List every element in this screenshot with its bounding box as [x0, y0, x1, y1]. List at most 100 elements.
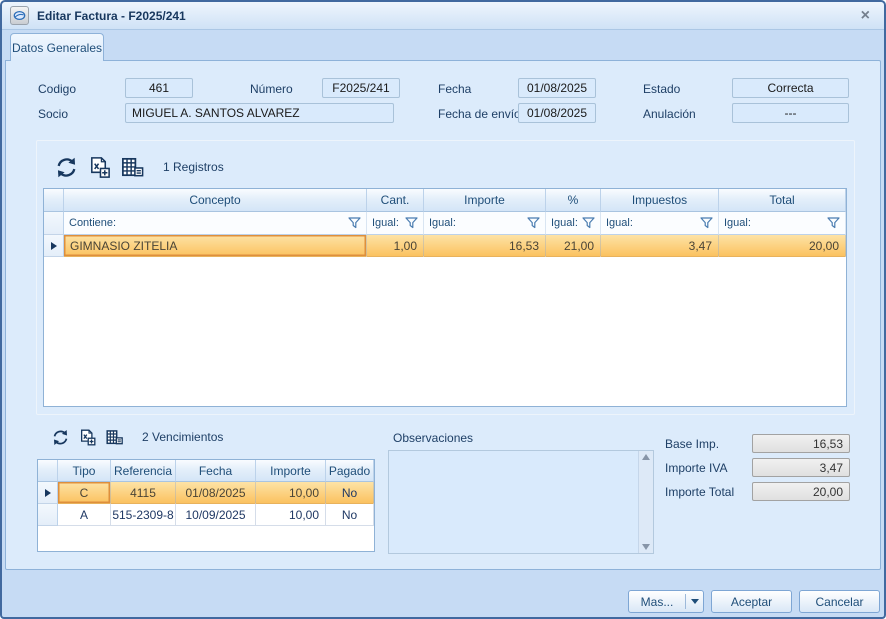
observaciones-scrollbar[interactable]	[638, 451, 653, 553]
row-selector-cell[interactable]	[38, 482, 58, 504]
filter-funnel-icon[interactable]	[405, 217, 418, 229]
table-grid-icon[interactable]	[120, 155, 145, 180]
edit-invoice-dialog: Editar Factura - F2025/241 × Datos Gener…	[0, 0, 886, 619]
cell-referencia[interactable]: 515-2309-8	[111, 504, 176, 526]
filter-label: Igual:	[551, 217, 578, 229]
filter-label: Igual:	[429, 217, 456, 229]
col-header-pct[interactable]: %	[546, 189, 601, 212]
titlebar: Editar Factura - F2025/241 ×	[2, 2, 884, 30]
grid-empty-area	[38, 526, 374, 551]
filter-concepto[interactable]: Contiene:	[64, 212, 367, 235]
socio-field[interactable]: MIGUEL A. SANTOS ALVAREZ	[125, 103, 394, 123]
fecha-envio-field[interactable]: 01/08/2025	[518, 103, 596, 123]
importe-iva-field: 3,47	[752, 458, 850, 477]
grid-empty-area	[44, 257, 846, 406]
codigo-field[interactable]: 461	[125, 78, 193, 98]
cell-total[interactable]: 20,00	[719, 235, 846, 257]
row-selector-cell[interactable]	[38, 504, 58, 526]
filter-pct[interactable]: Igual:	[546, 212, 601, 235]
codigo-label: Codigo	[38, 82, 76, 96]
tab-datos-generales[interactable]: Datos Generales	[10, 33, 104, 61]
datos-generales-panel: Codigo 461 Número F2025/241 Fecha 01/08/…	[5, 60, 881, 570]
export-excel-icon[interactable]	[78, 428, 97, 447]
base-imp-label: Base Imp.	[665, 437, 719, 451]
window-title: Editar Factura - F2025/241	[37, 9, 186, 23]
base-imp-field: 16,53	[752, 434, 850, 453]
fecha-envio-label: Fecha de envío	[438, 107, 521, 121]
row-selector-cell[interactable]	[44, 235, 64, 257]
filter-label: Contiene:	[69, 217, 116, 229]
cell-importe[interactable]: 10,00	[256, 504, 326, 526]
row-selector-header	[38, 460, 58, 482]
table-grid-icon[interactable]	[105, 428, 124, 447]
filter-funnel-icon[interactable]	[827, 217, 840, 229]
cell-concepto[interactable]: GIMNASIO ZITELIA	[64, 235, 367, 257]
tab-label: Datos Generales	[12, 41, 102, 55]
filter-funnel-icon[interactable]	[700, 217, 713, 229]
cell-importe[interactable]: 16,53	[424, 235, 546, 257]
export-excel-icon[interactable]	[87, 155, 112, 180]
mas-button[interactable]: Mas...	[628, 590, 704, 613]
estado-field[interactable]: Correcta	[732, 78, 849, 98]
col-header-impuestos[interactable]: Impuestos	[601, 189, 719, 212]
registros-grid: Concepto Cant. Importe % Impuestos Total…	[43, 188, 847, 407]
col-header-concepto[interactable]: Concepto	[64, 189, 367, 212]
vencimientos-toolbar: 2 Vencimientos	[51, 427, 223, 447]
cell-impuestos[interactable]: 3,47	[601, 235, 719, 257]
cell-tipo[interactable]: C	[58, 482, 111, 504]
cancelar-button[interactable]: Cancelar	[799, 590, 880, 613]
cell-pct[interactable]: 21,00	[546, 235, 601, 257]
filter-funnel-icon[interactable]	[527, 217, 540, 229]
registros-count: 1 Registros	[163, 160, 224, 174]
cell-tipo[interactable]: A	[58, 504, 111, 526]
cell-fecha[interactable]: 10/09/2025	[176, 504, 256, 526]
refresh-icon[interactable]	[54, 155, 79, 180]
scroll-down-icon[interactable]	[642, 544, 650, 550]
numero-field[interactable]: F2025/241	[322, 78, 400, 98]
current-row-arrow-icon	[45, 489, 51, 497]
close-icon[interactable]: ×	[855, 8, 876, 24]
anulacion-field[interactable]: ---	[732, 103, 849, 123]
col-header-referencia[interactable]: Referencia	[111, 460, 176, 482]
current-row-arrow-icon	[51, 242, 57, 250]
refresh-icon[interactable]	[51, 428, 70, 447]
observaciones-textarea[interactable]	[388, 450, 654, 554]
fecha-label: Fecha	[438, 82, 471, 96]
aceptar-button[interactable]: Aceptar	[711, 590, 792, 613]
col-header-importe[interactable]: Importe	[256, 460, 326, 482]
vencimientos-grid: Tipo Referencia Fecha Importe Pagado C 4…	[37, 459, 375, 552]
filter-cant[interactable]: Igual:	[367, 212, 424, 235]
cell-referencia[interactable]: 4115	[111, 482, 176, 504]
socio-label: Socio	[38, 107, 68, 121]
filter-label: Igual:	[372, 217, 399, 229]
fecha-field[interactable]: 01/08/2025	[518, 78, 596, 98]
mas-button-label: Mas...	[629, 591, 685, 612]
vencimientos-count: 2 Vencimientos	[142, 430, 223, 444]
filter-total[interactable]: Igual:	[719, 212, 846, 235]
observaciones-label: Observaciones	[393, 431, 473, 445]
col-header-fecha[interactable]: Fecha	[176, 460, 256, 482]
col-header-total[interactable]: Total	[719, 189, 846, 212]
cell-cant[interactable]: 1,00	[367, 235, 424, 257]
filter-importe[interactable]: Igual:	[424, 212, 546, 235]
registros-toolbar: 1 Registros	[54, 154, 224, 180]
col-header-tipo[interactable]: Tipo	[58, 460, 111, 482]
col-header-cant[interactable]: Cant.	[367, 189, 424, 212]
filter-impuestos[interactable]: Igual:	[601, 212, 719, 235]
filter-selector-cell	[44, 212, 64, 235]
col-header-pagado[interactable]: Pagado	[326, 460, 374, 482]
cell-importe[interactable]: 10,00	[256, 482, 326, 504]
anulacion-label: Anulación	[643, 107, 696, 121]
filter-funnel-icon[interactable]	[582, 217, 595, 229]
row-selector-header	[44, 189, 64, 212]
cell-pagado[interactable]: No	[326, 504, 374, 526]
filter-funnel-icon[interactable]	[348, 217, 361, 229]
importe-iva-label: Importe IVA	[665, 461, 727, 475]
scroll-up-icon[interactable]	[642, 454, 650, 460]
dropdown-arrow-zone[interactable]	[686, 591, 703, 612]
estado-label: Estado	[643, 82, 680, 96]
cell-pagado[interactable]: No	[326, 482, 374, 504]
col-header-importe[interactable]: Importe	[424, 189, 546, 212]
cell-fecha[interactable]: 01/08/2025	[176, 482, 256, 504]
importe-total-field: 20,00	[752, 482, 850, 501]
